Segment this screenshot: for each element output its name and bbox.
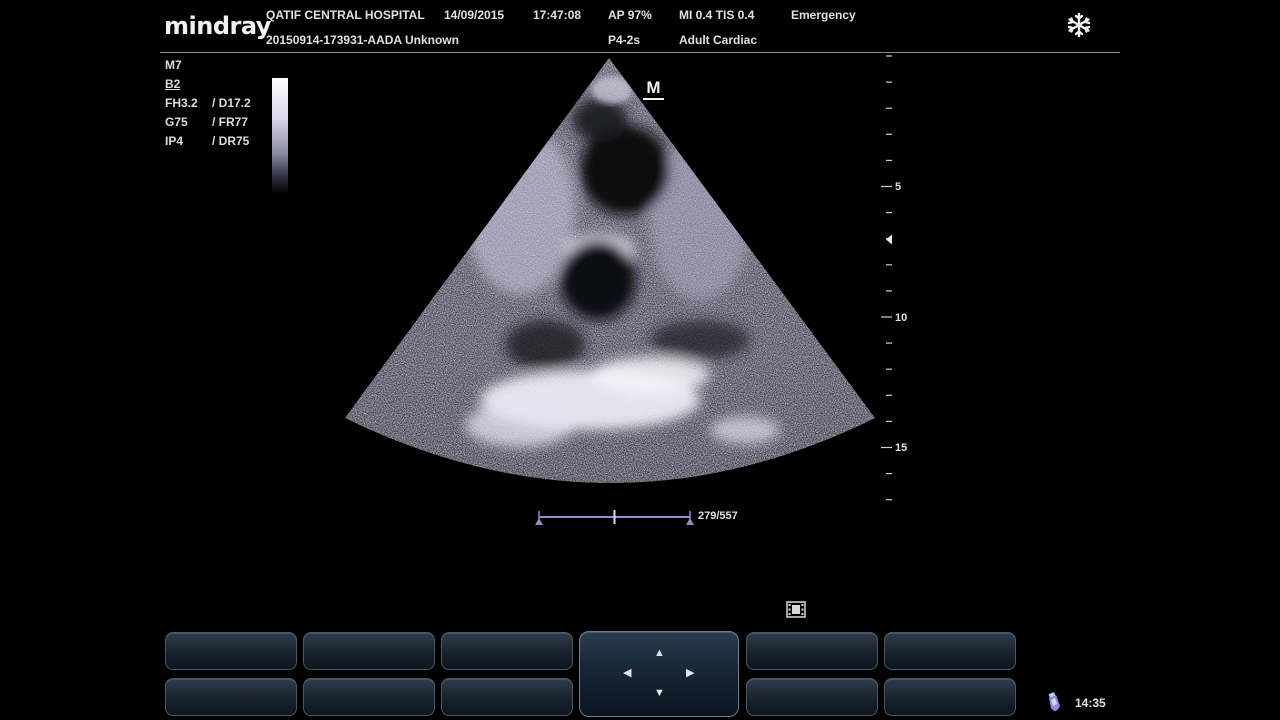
softkey-5-bottom[interactable]: [884, 678, 1016, 716]
arrow-down-icon[interactable]: ▼: [654, 688, 665, 699]
navigation-pad[interactable]: ▲ ◀ ▶ ▼: [579, 631, 739, 717]
cine-end-handle[interactable]: [686, 518, 694, 525]
softkey-2-top[interactable]: [303, 632, 435, 670]
cine-review-bar[interactable]: [0, 0, 1280, 720]
cine-frame-counter: 279/557: [698, 510, 738, 522]
arrow-right-icon[interactable]: ▶: [686, 668, 694, 679]
softkey-5-top[interactable]: [884, 632, 1016, 670]
softkey-4-bottom[interactable]: [746, 678, 878, 716]
softkey-1-bottom[interactable]: [165, 678, 297, 716]
softkey-3-top[interactable]: [441, 632, 573, 670]
softkey-4-top[interactable]: [746, 632, 878, 670]
softkey-1-top[interactable]: [165, 632, 297, 670]
softkey-2-bottom[interactable]: [303, 678, 435, 716]
film-strip-icon[interactable]: [786, 601, 806, 618]
softkey-3-bottom[interactable]: [441, 678, 573, 716]
arrow-left-icon[interactable]: ◀: [623, 668, 631, 679]
arrow-up-icon[interactable]: ▲: [654, 648, 665, 659]
system-clock: 14:35: [1075, 696, 1106, 710]
probe-icon: [1048, 692, 1060, 711]
cine-start-handle[interactable]: [535, 518, 543, 525]
